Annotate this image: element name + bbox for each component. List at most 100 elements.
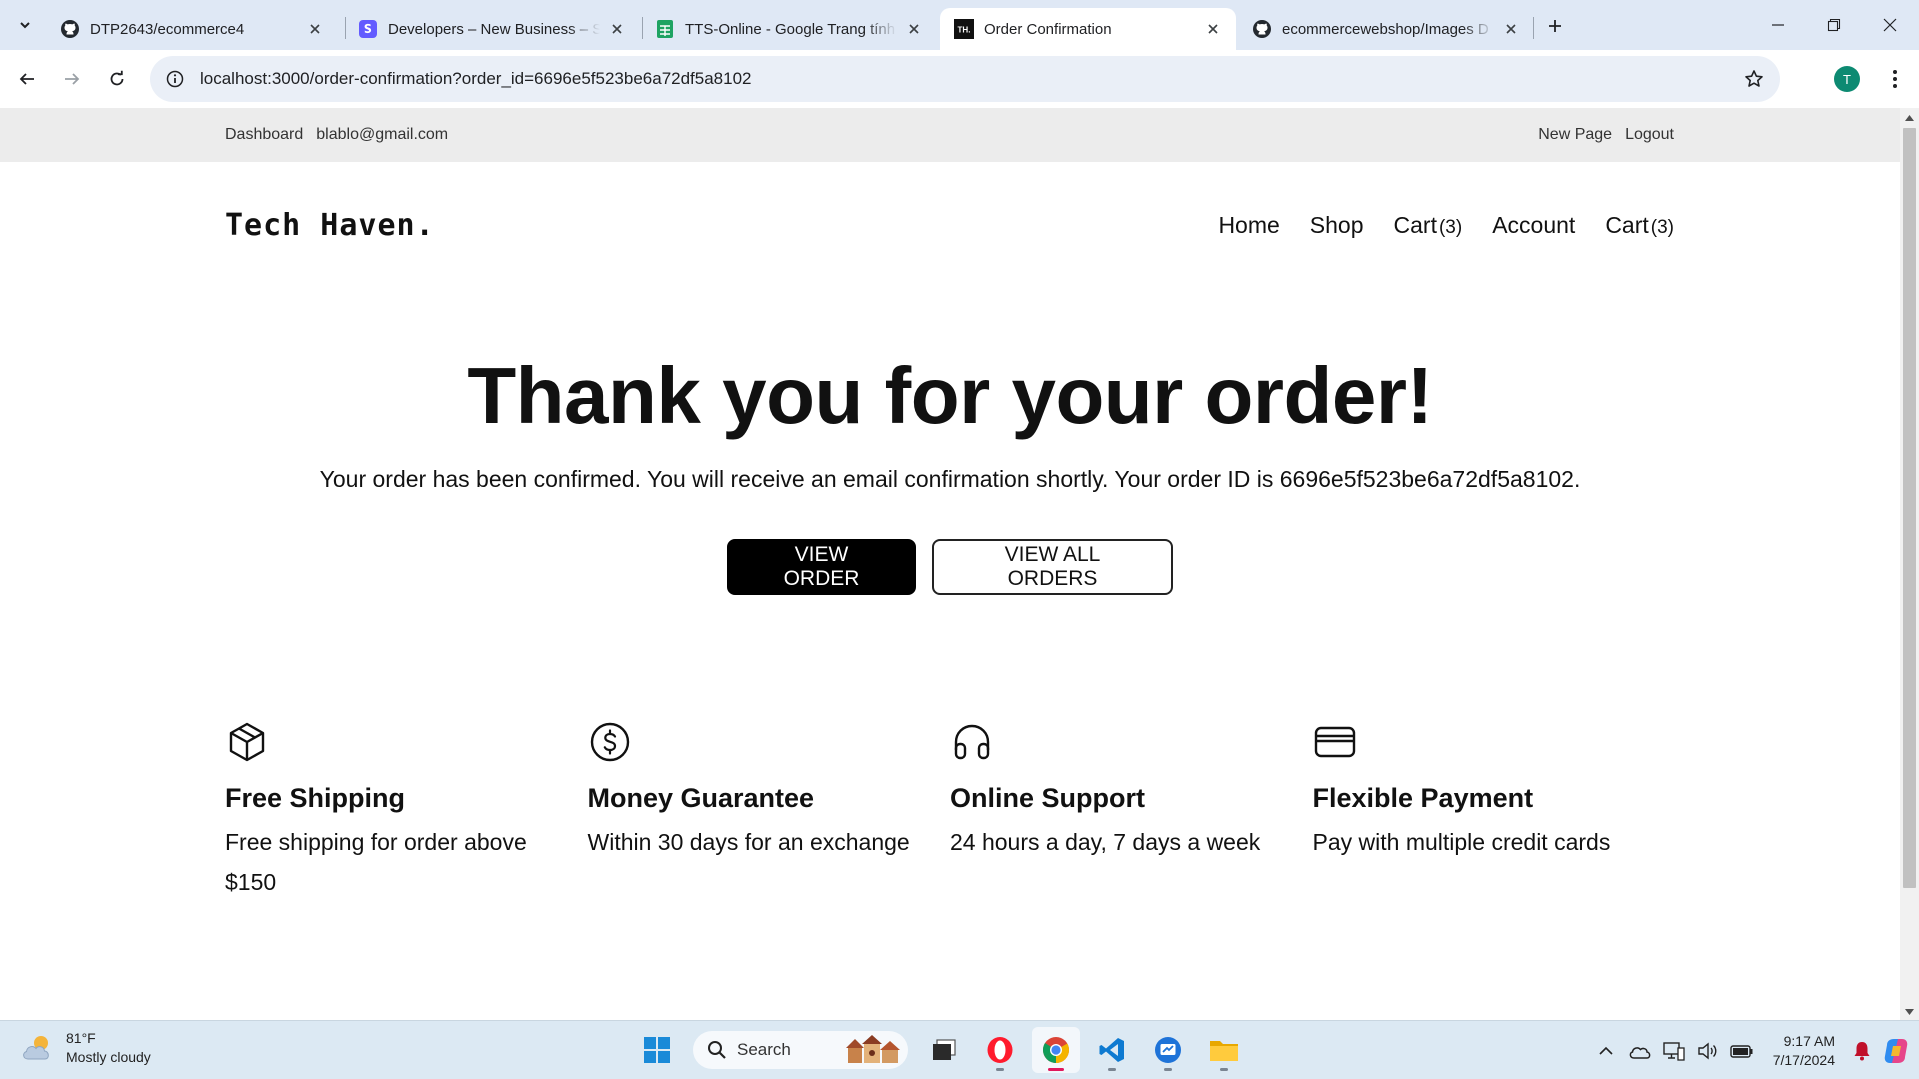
browser-tab-3[interactable]: TTS-Online - Google Trang tính <box>641 8 937 50</box>
chevron-down-icon <box>20 22 30 29</box>
weather-desc: Mostly cloudy <box>66 1049 151 1065</box>
cloudy-weather-icon <box>23 1036 49 1060</box>
dollar-circle-icon <box>590 722 629 762</box>
back-button[interactable] <box>9 61 45 97</box>
close-icon[interactable] <box>608 20 626 38</box>
confirmation-message: Your order has been confirmed. You will … <box>319 466 1581 492</box>
sheets-icon <box>655 19 675 39</box>
scroll-down-icon[interactable] <box>1904 1006 1915 1017</box>
tab-separator <box>1533 17 1534 39</box>
nav-cart-label: Cart <box>1393 212 1437 238</box>
tray-overflow-button[interactable] <box>1591 1036 1621 1066</box>
minimize-icon <box>1772 24 1784 26</box>
windows-start-icon <box>644 1037 670 1063</box>
nav-account[interactable]: Account <box>1492 212 1575 239</box>
site-topbar: Dashboard blablo@gmail.com New Page Logo… <box>0 108 1900 162</box>
taskbar-chrome[interactable] <box>1032 1027 1080 1073</box>
github-icon <box>60 19 80 39</box>
reload-button[interactable] <box>99 61 135 97</box>
plus-icon <box>1549 20 1561 32</box>
feature-title: Money Guarantee <box>587 783 815 813</box>
new-tab-button[interactable] <box>1541 12 1569 40</box>
nav-cart-label: Cart <box>1605 212 1649 238</box>
nav-home[interactable]: Home <box>1218 212 1279 239</box>
task-view-icon <box>933 1039 956 1060</box>
browser-menu-button[interactable] <box>1880 64 1910 94</box>
arrow-left-icon <box>19 73 34 85</box>
close-window-button[interactable] <box>1862 0 1918 50</box>
profile-avatar[interactable]: T <box>1834 66 1860 92</box>
tech-haven-favicon: TH. <box>954 19 974 39</box>
windows-taskbar: 81°F Mostly cloudy Search 9:17 AM 7/17/2… <box>0 1020 1919 1079</box>
start-button[interactable] <box>633 1027 681 1073</box>
github-icon <box>1252 19 1272 39</box>
taskbar-remote-app[interactable] <box>1144 1027 1192 1073</box>
features-row: Free Shipping Free shipping for order ab… <box>225 720 1675 902</box>
tab-title: TTS-Online - Google Trang tính <box>685 20 896 38</box>
address-bar[interactable]: localhost:3000/order-confirmation?order_… <box>150 56 1780 102</box>
browser-tab-active[interactable]: TH. Order Confirmation <box>940 8 1236 50</box>
svg-text:TH.: TH. <box>958 26 971 35</box>
browser-tab-2[interactable]: Developers – New Business – St <box>344 8 640 50</box>
new-page-link[interactable]: New Page <box>1538 126 1612 144</box>
forward-button[interactable] <box>54 61 90 97</box>
close-icon[interactable] <box>1204 20 1222 38</box>
chevron-up-icon <box>1599 1046 1613 1055</box>
view-all-orders-button[interactable]: VIEW ALL ORDERS <box>932 539 1173 595</box>
page-title: Thank you for your order! <box>467 351 1433 440</box>
tab-title: Developers – New Business – St <box>388 20 600 38</box>
main-nav: Home Shop Cart (3) Account Cart (3) <box>1218 212 1674 239</box>
logout-link[interactable]: Logout <box>1625 126 1674 144</box>
bookmark-star-icon[interactable] <box>1742 67 1766 91</box>
browser-toolbar: localhost:3000/order-confirmation?order_… <box>0 50 1919 108</box>
close-icon[interactable] <box>905 20 923 38</box>
taskbar-opera[interactable] <box>976 1027 1024 1073</box>
feature-online-support: Online Support 24 hours a day, 7 days a … <box>950 720 1313 902</box>
close-icon[interactable] <box>306 20 324 38</box>
nav-shop[interactable]: Shop <box>1310 212 1364 239</box>
clock-date: 7/17/2024 <box>1772 1051 1835 1068</box>
feature-text: 24 hours a day, 7 days a week <box>950 829 1261 855</box>
feature-text: Within 30 days for an exchange <box>587 829 910 855</box>
restore-button[interactable] <box>1806 0 1862 50</box>
taskbar-file-explorer[interactable] <box>1200 1027 1248 1073</box>
feature-title: Online Support <box>950 783 1145 813</box>
taskbar-clock[interactable]: 9:17 AM 7/17/2024 <box>1773 1032 1835 1070</box>
tray-network[interactable] <box>1659 1036 1689 1066</box>
dashboard-link[interactable]: Dashboard <box>225 126 303 144</box>
site-logo[interactable]: Tech Haven. <box>225 208 435 243</box>
browser-tab-strip: DTP2643/ecommerce4 Developers – New Busi… <box>0 0 1919 50</box>
search-highlight-image <box>846 1035 900 1063</box>
tray-onedrive[interactable] <box>1625 1036 1655 1066</box>
speaker-icon <box>1698 1042 1717 1059</box>
close-icon[interactable] <box>1502 20 1520 38</box>
tab-title: ecommercewebshop/Images D <box>1282 20 1489 38</box>
browser-tab-1[interactable]: DTP2643/ecommerce4 <box>46 8 338 50</box>
feature-title: Flexible Payment <box>1312 783 1534 813</box>
tray-notifications[interactable] <box>1847 1036 1877 1066</box>
tray-battery[interactable] <box>1727 1036 1757 1066</box>
tray-volume[interactable] <box>1693 1036 1723 1066</box>
cloud-icon <box>1629 1046 1651 1059</box>
page-scrollbar[interactable] <box>1900 108 1919 1020</box>
minimize-button[interactable] <box>1750 0 1806 50</box>
weather-temp: 81°F <box>66 1030 96 1046</box>
url-text[interactable]: localhost:3000/order-confirmation?order_… <box>200 69 752 89</box>
site-info-icon[interactable] <box>164 68 186 90</box>
taskbar-task-view[interactable] <box>920 1027 968 1073</box>
confirmation-actions: VIEW ORDER VIEW ALL ORDERS <box>0 539 1900 595</box>
nav-cart[interactable]: Cart (3) <box>1394 212 1463 239</box>
taskbar-vscode[interactable] <box>1088 1027 1136 1073</box>
tray-copilot[interactable] <box>1881 1036 1911 1066</box>
taskbar-search[interactable]: Search <box>693 1031 908 1069</box>
network-icon <box>1663 1041 1685 1061</box>
battery-icon <box>1730 1044 1753 1058</box>
nav-cart-secondary[interactable]: Cart (3) <box>1605 212 1674 239</box>
scrollbar-thumb[interactable] <box>1903 128 1916 888</box>
view-order-button[interactable]: VIEW ORDER <box>727 539 916 595</box>
browser-tab-5[interactable]: ecommercewebshop/Images D <box>1238 8 1534 50</box>
weather-widget[interactable]: 81°F Mostly cloudy <box>20 1029 151 1067</box>
tab-search-button[interactable] <box>8 9 42 41</box>
scroll-up-icon[interactable] <box>1904 112 1915 123</box>
cart-count: (3) <box>1650 217 1674 238</box>
